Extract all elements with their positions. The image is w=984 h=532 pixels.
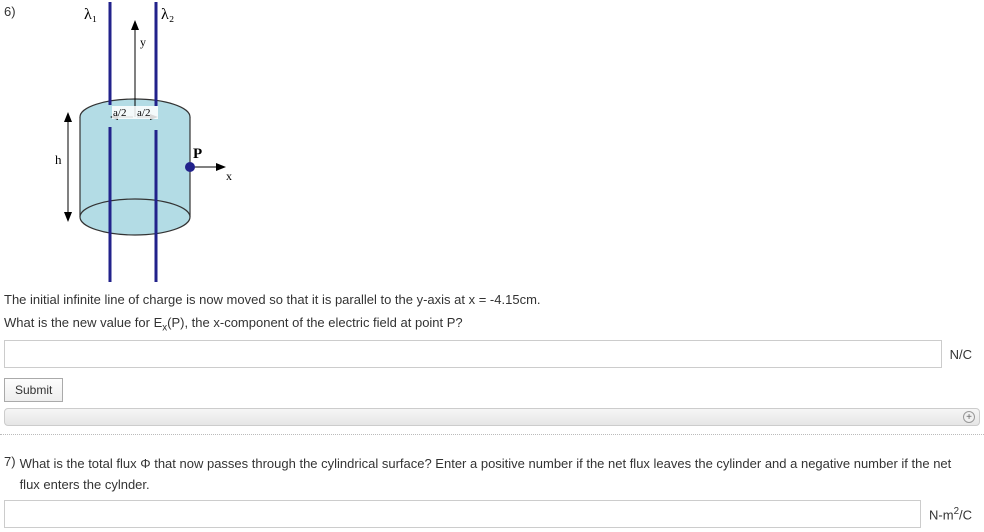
q6-answer-row: N/C: [4, 340, 980, 368]
question-6-number: 6): [4, 4, 16, 19]
question-6-text: The initial infinite line of charge is n…: [4, 288, 541, 338]
collapsed-hint-bar[interactable]: +: [4, 408, 980, 426]
diagram-svg: λ₁ λ₂ y x h P a/2 a/2: [50, 2, 270, 282]
h-label: h: [55, 152, 62, 167]
q7-answer-row: N-m2/C: [4, 500, 980, 528]
y-axis-label: y: [140, 35, 146, 49]
question-7-text: What is the total flux Φ that now passes…: [20, 454, 972, 496]
submit-button[interactable]: Submit: [4, 378, 63, 402]
lambda2-label: λ₂: [161, 6, 174, 23]
q6-answer-input[interactable]: [4, 340, 942, 368]
question-7-block: 7) What is the total flux Φ that now pas…: [4, 446, 972, 496]
plus-icon: +: [963, 411, 975, 423]
x-axis-label: x: [226, 169, 232, 183]
q6-line2: What is the new value for Ex(P), the x-c…: [4, 311, 541, 337]
q6-line1: The initial infinite line of charge is n…: [4, 288, 541, 311]
a2-right-label: a/2: [137, 107, 150, 119]
q6-unit-label: N/C: [942, 347, 980, 362]
point-p-label: P: [193, 146, 202, 162]
q6-submit-row: Submit: [4, 378, 980, 402]
divider: [0, 434, 984, 435]
physics-cylinder-diagram: λ₁ λ₂ y x h P a/2 a/2: [50, 2, 270, 282]
question-7-number: 7): [4, 454, 20, 496]
q7-answer-input[interactable]: [4, 500, 921, 528]
lambda1-label: λ₁: [84, 6, 97, 23]
a2-left-label: a/2: [113, 107, 126, 119]
q7-unit-label: N-m2/C: [921, 506, 980, 522]
